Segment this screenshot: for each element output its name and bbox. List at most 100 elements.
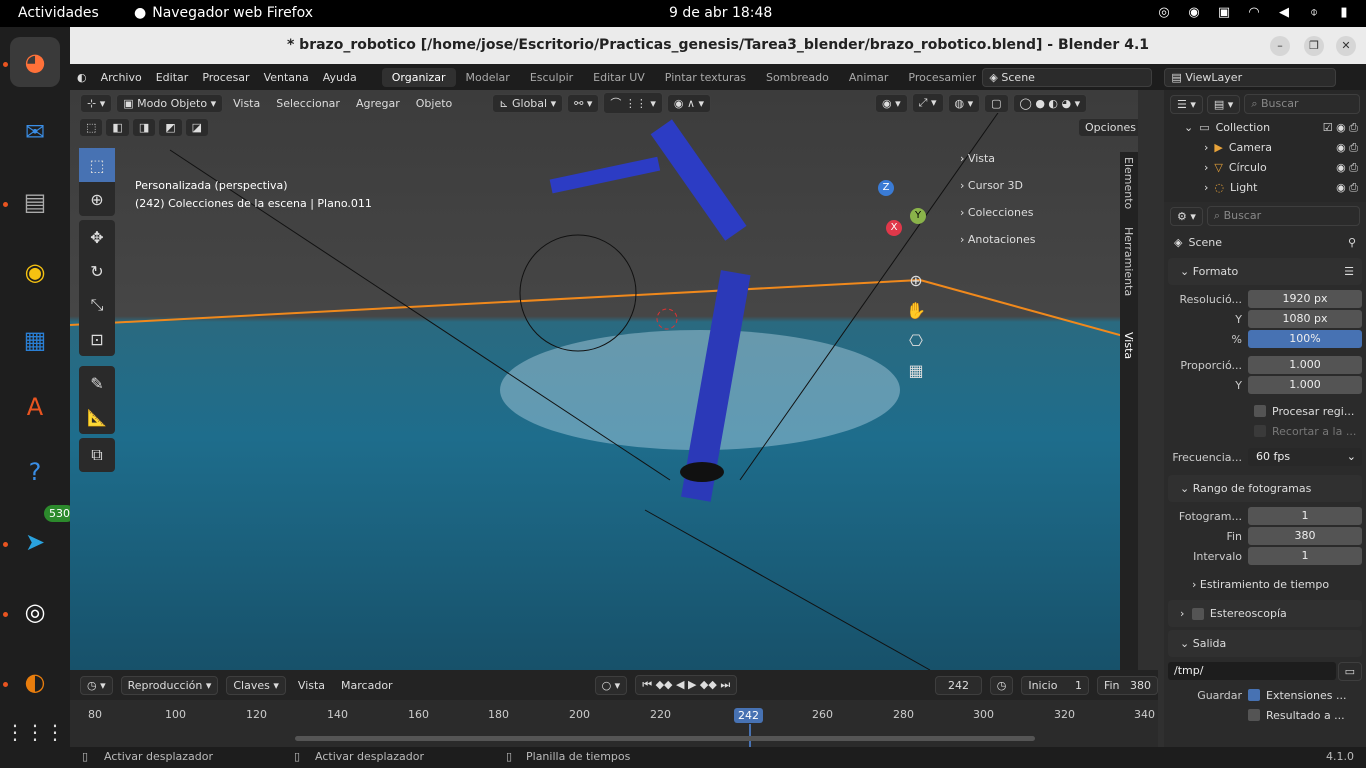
- expand-icon[interactable]: ›: [1204, 138, 1208, 158]
- select-extend-icon[interactable]: ◧: [105, 118, 130, 137]
- clock[interactable]: 9 de abr 18:48: [669, 5, 772, 21]
- wifi-icon[interactable]: ◠: [1246, 5, 1262, 21]
- xray-icon[interactable]: ▢: [984, 93, 1009, 113]
- annotate-icon[interactable]: ✎: [79, 366, 115, 400]
- mode-selector[interactable]: ▣ Modo Objeto ▾: [116, 93, 224, 113]
- pin-icon[interactable]: ⚲: [1348, 236, 1356, 249]
- axis-z-icon[interactable]: Z: [878, 180, 894, 196]
- select-invert-icon[interactable]: ◩: [158, 118, 183, 137]
- writer-icon[interactable]: ▦: [10, 315, 60, 365]
- frame-end-field[interactable]: 380: [1248, 527, 1362, 545]
- vp-menu-objeto[interactable]: Objeto: [410, 97, 459, 110]
- checkbox[interactable]: [1248, 689, 1260, 701]
- tl-menu-vista[interactable]: Vista: [294, 679, 329, 692]
- apps-grid-icon[interactable]: ⋮⋮⋮: [5, 707, 65, 757]
- telegram-icon[interactable]: ➤ 530: [10, 505, 75, 567]
- transform-orientation[interactable]: ⊾ Global ▾: [492, 93, 564, 113]
- snap-icon[interactable]: ⌒ ⋮⋮ ▾: [603, 92, 663, 114]
- outliner-row-collection[interactable]: ⌄ ▭ Collection ☑ ◉ ⎙: [1164, 118, 1366, 138]
- pan-hand-icon[interactable]: ✋: [905, 295, 927, 325]
- select-new-icon[interactable]: ⬚: [79, 118, 104, 137]
- checkbox[interactable]: [1191, 608, 1204, 620]
- help-icon[interactable]: ?: [10, 447, 60, 497]
- recortar-checkbox[interactable]: Recortar a la ...: [1168, 421, 1362, 441]
- outliner-row-light[interactable]: › ◌ Light ◉ ⎙: [1164, 178, 1366, 198]
- maximize-button[interactable]: ❐: [1304, 36, 1324, 56]
- zoom-icon[interactable]: ⊕: [905, 265, 927, 295]
- expand-icon[interactable]: ›: [1204, 178, 1208, 198]
- panel-formato[interactable]: ⌄ Formato ☰: [1168, 258, 1362, 285]
- npanel-colecciones[interactable]: › Colecciones: [950, 199, 1130, 226]
- npanel-cursor[interactable]: › Cursor 3D: [950, 172, 1130, 199]
- move-icon[interactable]: ✥: [79, 220, 115, 254]
- shading-icon[interactable]: ◯ ● ◐ ◕ ▾: [1012, 93, 1088, 113]
- tab-modelar[interactable]: Modelar: [456, 68, 520, 87]
- visibility-icon[interactable]: ◉ ▾: [875, 93, 908, 113]
- obs-icon[interactable]: ◎: [10, 587, 60, 637]
- visibility-icons[interactable]: ◉ ⎙: [1336, 158, 1358, 178]
- steam-icon[interactable]: ◎: [1156, 5, 1172, 21]
- editor-type-button[interactable]: ⊹ ▾: [80, 93, 113, 113]
- npanel-anotaciones[interactable]: › Anotaciones: [950, 226, 1130, 253]
- screen-icon[interactable]: ▣: [1216, 5, 1232, 21]
- blender-logo-icon[interactable]: ◐: [70, 71, 94, 84]
- vp-menu-agregar[interactable]: Agregar: [350, 97, 406, 110]
- properties-search[interactable]: ⌕ Buscar: [1206, 206, 1360, 226]
- aspect-y-field[interactable]: 1.000: [1248, 376, 1362, 394]
- tab-vista[interactable]: Vista: [1122, 332, 1135, 359]
- current-frame-field[interactable]: 242: [935, 675, 982, 695]
- rotate-icon[interactable]: ↻: [79, 254, 115, 288]
- expand-icon[interactable]: ⌄: [1184, 118, 1193, 138]
- transform-icon[interactable]: ⊡: [79, 322, 115, 356]
- fps-dropdown[interactable]: 60 fps ⌄: [1248, 448, 1362, 466]
- battery-icon[interactable]: ▮: [1336, 5, 1352, 21]
- select-box-icon[interactable]: ⬚: [79, 148, 115, 182]
- vp-menu-seleccionar[interactable]: Seleccionar: [270, 97, 346, 110]
- tab-herramienta[interactable]: Herramienta: [1122, 227, 1135, 296]
- system-tray[interactable]: ◎ ◉ ▣ ◠ ◀ ⌽ ▮: [1156, 5, 1352, 21]
- tab-elemento[interactable]: Elemento: [1122, 157, 1135, 209]
- menu-archivo[interactable]: Archivo: [94, 71, 149, 84]
- cursor-icon[interactable]: ⊕: [79, 182, 115, 216]
- ortho-grid-icon[interactable]: ▦: [905, 355, 927, 385]
- microphone-icon[interactable]: ⌽: [1306, 5, 1322, 21]
- navigation-gizmo[interactable]: Z Y X: [845, 180, 926, 250]
- outliner-search[interactable]: ⌕ Buscar: [1244, 94, 1360, 114]
- vp-menu-vista[interactable]: Vista: [227, 97, 266, 110]
- keyframe-mode-icon[interactable]: ○ ▾: [594, 675, 628, 695]
- chrome-icon[interactable]: ◉: [1186, 5, 1202, 21]
- menu-ventana[interactable]: Ventana: [257, 71, 316, 84]
- files-icon[interactable]: ▤: [10, 177, 60, 227]
- menu-claves[interactable]: Claves ▾: [226, 675, 286, 695]
- app-menu[interactable]: ● Navegador web Firefox: [134, 5, 313, 21]
- playhead-label[interactable]: 242: [734, 708, 763, 723]
- folder-icon[interactable]: ▭: [1337, 661, 1362, 681]
- outliner-editor-icon[interactable]: ☰ ▾: [1170, 94, 1203, 114]
- resolution-pct-field[interactable]: 100%: [1248, 330, 1362, 348]
- activities-button[interactable]: Actividades: [18, 5, 99, 21]
- software-icon[interactable]: A: [10, 382, 60, 432]
- end-frame-field[interactable]: Fin 380: [1096, 675, 1158, 695]
- outliner-row-circulo[interactable]: › ▽ Círculo ◉ ⎙: [1164, 158, 1366, 178]
- display-mode-icon[interactable]: ▤ ▾: [1206, 94, 1241, 114]
- outliner-row-camera[interactable]: › ▶ Camera ◉ ⎙: [1164, 138, 1366, 158]
- viewlayer-selector[interactable]: ▤ ViewLayer: [1164, 67, 1337, 87]
- expand-icon[interactable]: ›: [1204, 158, 1208, 178]
- thunderbird-icon[interactable]: ✉: [10, 107, 60, 157]
- checkbox[interactable]: [1254, 425, 1266, 437]
- close-button[interactable]: ✕: [1336, 36, 1356, 56]
- checkbox[interactable]: [1248, 709, 1260, 721]
- resultado-label[interactable]: Resultado a ...: [1266, 709, 1345, 722]
- checkbox[interactable]: [1254, 405, 1266, 417]
- output-path-field[interactable]: /tmp/: [1168, 662, 1336, 680]
- procesar-region-checkbox[interactable]: Procesar regi...: [1168, 401, 1362, 421]
- npanel-vista[interactable]: › Vista: [950, 145, 1130, 172]
- tl-menu-marcador[interactable]: Marcador: [337, 679, 397, 692]
- clock-icon[interactable]: ◷: [989, 675, 1014, 695]
- scale-icon[interactable]: ⤡: [79, 288, 115, 322]
- timeline-scrollbar[interactable]: [295, 736, 1035, 741]
- frame-start-field[interactable]: 1: [1248, 507, 1362, 525]
- menu-reproduccion[interactable]: Reproducción ▾: [120, 675, 219, 695]
- menu-ayuda[interactable]: Ayuda: [316, 71, 364, 84]
- scene-selector[interactable]: ◈ Scene: [982, 67, 1153, 87]
